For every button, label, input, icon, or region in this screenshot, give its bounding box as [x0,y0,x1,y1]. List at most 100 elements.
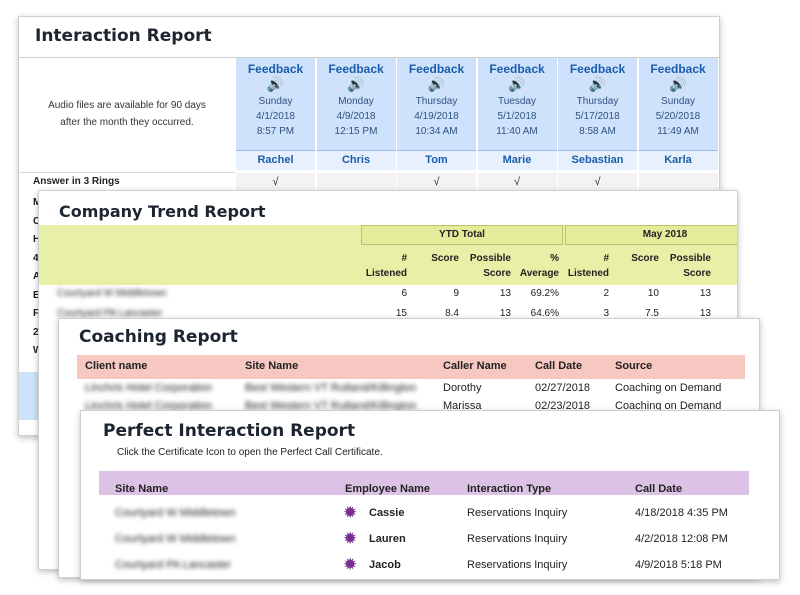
certificate-badge-icon[interactable]: ✹ [343,505,357,522]
speaker-icon[interactable]: 🔊 [639,76,718,94]
trend-value: 7 [719,288,737,299]
employee-name: Chris [315,150,396,170]
feedback-link[interactable]: Feedback [317,62,396,76]
col-caller-name: Caller Name [443,360,507,372]
employee-name: Sebastian [557,150,637,170]
header-line: Score [631,253,659,264]
call-date: 4/1/2018 [256,111,295,122]
header-line: Possible [669,253,711,264]
interaction-type: Reservations Inquiry [467,559,568,571]
feedback-link[interactable]: Feedback [478,62,557,76]
feedback-link[interactable]: Feedback [558,62,637,76]
call-date: 4/9/2018 [336,111,376,122]
speaker-icon[interactable]: 🔊 [558,76,637,94]
call-date: 02/27/2018 [535,382,591,394]
trend-value: 10 [647,288,659,299]
perfect-title: Perfect Interaction Report [103,421,356,441]
trend-value: 69.2% [530,288,559,299]
call-day: Tuesday [498,96,536,107]
column-header: Score [419,251,459,266]
checkmark-cell: √ [235,173,315,191]
col-client-name: Client name [85,360,148,372]
column-header: Possible Score [667,251,711,281]
site-name: Courtyard PA Lancaster [115,559,231,571]
employee-name: Cassie [369,507,405,519]
call-day: Monday [338,96,374,107]
site-name: Courtyard W Middletown [115,507,236,519]
header-line: Average [519,268,559,279]
site-name: Courtyard W Middletown [57,288,167,299]
certificate-badge-icon[interactable]: ✹ [343,531,357,548]
call-date: 5/1/2018 [497,111,537,122]
audio-availability-note: Audio files are available for 90 days af… [19,97,235,131]
client-name: Linchris Hotel Corporation [85,382,213,394]
trend-value: 2 [603,288,609,299]
note-line: Audio files are available for 90 days [48,100,206,111]
checkmark-cell [637,173,718,191]
col-employee-name: Employee Name [345,483,430,495]
row-label-answer-in-3-rings: Answer in 3 Rings [19,172,235,190]
column-header: # Listened [361,251,407,281]
header-line: % [550,253,559,264]
col-call-date: Call Date [535,360,583,372]
call-date: 4/18/2018 4:35 PM [635,507,728,519]
employee-name: Rachel [235,150,315,170]
column-header: % Average [515,251,559,281]
col-call-date: Call Date [635,483,683,495]
call-date: 4/19/2018 [414,111,459,122]
header-line: Ave [719,251,737,266]
employee-name: Marie [476,150,557,170]
call-date: 5/17/2018 [575,111,620,122]
header-line: Listened [365,268,407,279]
header-line: # [603,253,609,264]
speaker-icon[interactable]: 🔊 [478,76,557,94]
column-header: Score [619,251,659,266]
call-time: 8:58 AM [579,126,616,137]
speaker-icon[interactable]: 🔊 [397,76,476,94]
employee-name: Lauren [369,533,406,545]
checkmark-cell: √ [396,173,476,191]
header-line: # [401,253,407,264]
checkmark-cell: √ [557,173,637,191]
call-time: 11:49 AM [657,126,699,137]
header-line: Possible [469,253,511,264]
certificate-badge-icon[interactable]: ✹ [343,557,357,574]
column-header: # Listened [565,251,609,281]
site-name: Courtyard W Middletown [115,533,236,545]
column-header: Possible Score [467,251,511,281]
call-time: 11:40 AM [496,126,538,137]
interaction-type: Reservations Inquiry [467,507,568,519]
call-day: Sunday [661,96,695,107]
call-date: 5/20/2018 [655,111,701,122]
column-header: Ave [719,251,737,266]
call-day: Sunday [258,96,293,107]
header-line: Score [683,268,711,279]
call-day: Thursday [415,96,458,107]
interaction-type: Reservations Inquiry [467,533,568,545]
employee-name: Tom [396,150,476,170]
call-date: 4/2/2018 12:08 PM [635,533,728,545]
employee-name: Karla [637,150,718,170]
call-time: 10:34 AM [415,126,458,137]
trend-value: 13 [499,288,511,299]
col-site-name: Site Name [115,483,169,495]
header-line: Listened [567,268,609,279]
blue-row-fill [19,372,39,420]
col-site-name: Site Name [245,360,299,372]
checkmark-cell [315,173,396,191]
speaker-icon[interactable]: 🔊 [317,76,396,94]
header-line: Score [431,253,459,264]
speaker-icon[interactable]: 🔊 [236,76,315,94]
employee-name: Jacob [369,559,401,571]
group-header-ytd: YTD Total [361,225,563,245]
group-header-month: May 2018 [565,225,737,245]
col-interaction-type: Interaction Type [467,483,552,495]
header-line: Score [483,268,511,279]
col-source: Source [615,360,653,372]
call-day: Thursday [576,96,619,107]
feedback-link[interactable]: Feedback [397,62,476,76]
coaching-title: Coaching Report [79,327,238,347]
feedback-link[interactable]: Feedback [639,62,718,76]
feedback-link[interactable]: Feedback [236,62,315,76]
site-name: Best Western VT Rutland/Killington [245,382,417,394]
